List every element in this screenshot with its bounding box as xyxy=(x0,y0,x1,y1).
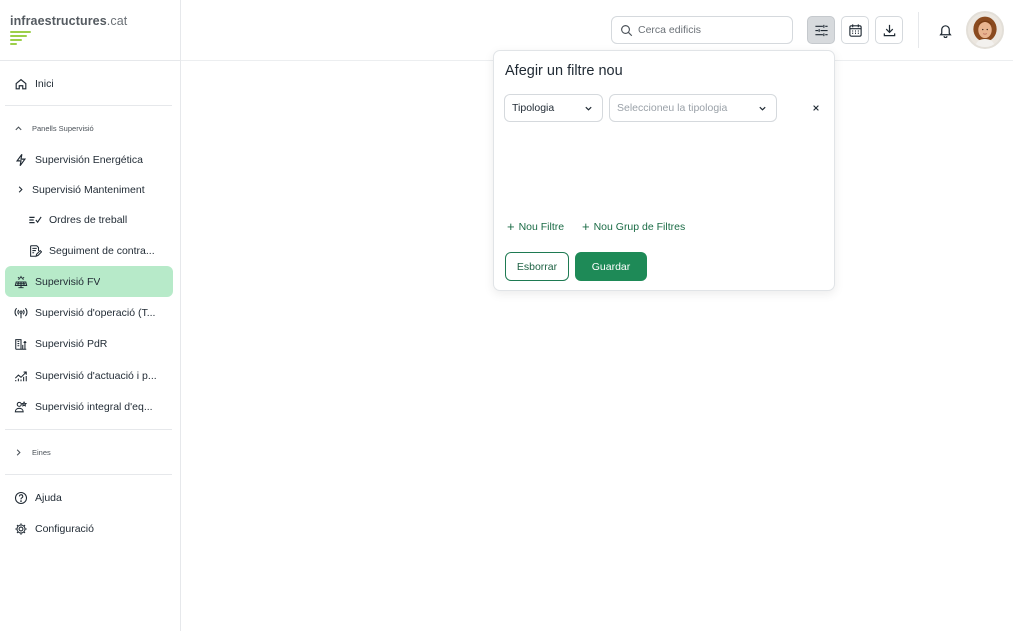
filter-button[interactable] xyxy=(807,16,835,44)
sidebar-item-supervisio-fv[interactable]: Supervisió FV xyxy=(5,266,173,297)
search-icon xyxy=(621,24,633,36)
sidebar-item-label: Supervisió PdR xyxy=(35,337,108,350)
building-chart-icon xyxy=(13,336,28,351)
sidebar-item-ordres-de-treball[interactable]: Ordres de treball xyxy=(5,204,173,235)
download-icon xyxy=(883,24,895,36)
sidebar-item-supervisio-manteniment[interactable]: Supervisió Manteniment xyxy=(5,174,173,205)
search-input[interactable] xyxy=(638,24,778,36)
sidebar-item-supervision-energetica[interactable]: Supervisión Energética xyxy=(5,144,173,175)
chevron-right-icon xyxy=(14,448,24,457)
antenna-icon xyxy=(13,305,28,320)
section-label: Panells Supervisió xyxy=(32,123,94,133)
plus-icon: + xyxy=(582,219,590,234)
sidebar-item-label: Ordres de treball xyxy=(49,213,128,226)
sidebar-item-label: Supervisió d'actuació i p... xyxy=(35,369,157,382)
logo-bars-icon xyxy=(10,31,127,45)
sidebar-item-supervisio-pdr[interactable]: Supervisió PdR xyxy=(5,328,173,359)
remove-filter-button[interactable] xyxy=(809,101,823,115)
chevron-up-icon xyxy=(14,124,24,133)
gear-icon xyxy=(13,521,28,536)
chevron-down-icon xyxy=(759,106,766,111)
sidebar-item-label: Supervisió Manteniment xyxy=(32,183,145,196)
sidebar-item-label: Configuració xyxy=(35,522,94,535)
sidebar-item-configuracio[interactable]: Configuració xyxy=(5,513,173,544)
filter-field-select[interactable]: Tipologia xyxy=(504,94,603,122)
chevron-right-icon xyxy=(15,182,25,197)
calendar-button[interactable] xyxy=(841,16,869,44)
chevron-down-icon xyxy=(585,106,592,111)
sidebar-item-label: Supervisió FV xyxy=(35,275,101,288)
download-button[interactable] xyxy=(875,16,903,44)
sidebar-item-label: Supervisió d'operació (T... xyxy=(35,306,156,319)
add-filter-label: Nou Filtre xyxy=(518,221,565,233)
help-icon xyxy=(13,490,28,505)
filter-value-select[interactable]: Seleccioneu la tipologia xyxy=(609,94,777,122)
filter-sliders-icon xyxy=(814,24,828,36)
sidebar-item-ajuda[interactable]: Ajuda xyxy=(5,482,173,513)
home-icon xyxy=(13,76,28,91)
notifications-button[interactable] xyxy=(936,20,954,40)
add-filter-group-button[interactable]: + Nou Grup de Filtres xyxy=(582,219,686,234)
sidebar-item-label: Inici xyxy=(35,77,54,90)
section-panells-supervisio[interactable]: Panells Supervisió xyxy=(5,118,173,138)
trend-chart-icon xyxy=(13,368,28,383)
bell-icon xyxy=(938,24,952,38)
select-value: Tipologia xyxy=(512,102,555,114)
divider xyxy=(5,474,172,475)
select-placeholder: Seleccioneu la tipologia xyxy=(617,102,728,114)
plus-icon: + xyxy=(507,219,515,234)
sidebar-item-label: Seguiment de contra... xyxy=(49,244,155,257)
sidebar-item-label: Supervisió integral d'eq... xyxy=(35,400,153,413)
sidebar-item-supervisio-actuacio[interactable]: Supervisió d'actuació i p... xyxy=(5,360,173,391)
topbar-separator xyxy=(918,12,919,48)
clear-button[interactable]: Esborrar xyxy=(505,252,569,281)
search-box[interactable] xyxy=(611,16,793,44)
sidebar-item-supervisio-operacio[interactable]: Supervisió d'operació (T... xyxy=(5,297,173,328)
avatar-portrait-icon xyxy=(968,13,1002,47)
calendar-icon xyxy=(848,23,862,37)
close-icon xyxy=(813,105,819,111)
sidebar: infraestructures.cat Inici Panells Super… xyxy=(0,0,181,631)
add-group-label: Nou Grup de Filtres xyxy=(593,221,686,233)
add-filter-button[interactable]: + Nou Filtre xyxy=(507,219,565,234)
section-eines[interactable]: Eines xyxy=(5,442,173,462)
sidebar-top-divider xyxy=(0,60,181,61)
popover-title: Afegir un filtre nou xyxy=(505,63,623,79)
divider xyxy=(5,429,172,430)
logo-text: infraestructures.cat xyxy=(10,14,128,28)
section-label: Eines xyxy=(32,447,51,457)
sidebar-item-inici[interactable]: Inici xyxy=(5,68,173,99)
add-filter-popover: Afegir un filtre nou Tipologia Seleccion… xyxy=(493,50,835,291)
checklist-icon xyxy=(27,212,42,227)
people-icon xyxy=(13,399,28,414)
divider xyxy=(5,105,172,106)
contract-edit-icon xyxy=(27,243,42,258)
brand-logo[interactable]: infraestructures.cat xyxy=(10,14,127,47)
user-avatar[interactable] xyxy=(966,11,1004,49)
sidebar-item-label: Supervisión Energética xyxy=(35,153,143,166)
sidebar-item-label: Ajuda xyxy=(35,491,62,504)
lightning-icon xyxy=(13,152,28,167)
sidebar-item-supervisio-integral[interactable]: Supervisió integral d'eq... xyxy=(5,391,173,422)
save-button[interactable]: Guardar xyxy=(575,252,647,281)
sidebar-item-seguiment-de-contractes[interactable]: Seguiment de contra... xyxy=(5,235,173,266)
solar-panel-icon xyxy=(13,274,28,289)
